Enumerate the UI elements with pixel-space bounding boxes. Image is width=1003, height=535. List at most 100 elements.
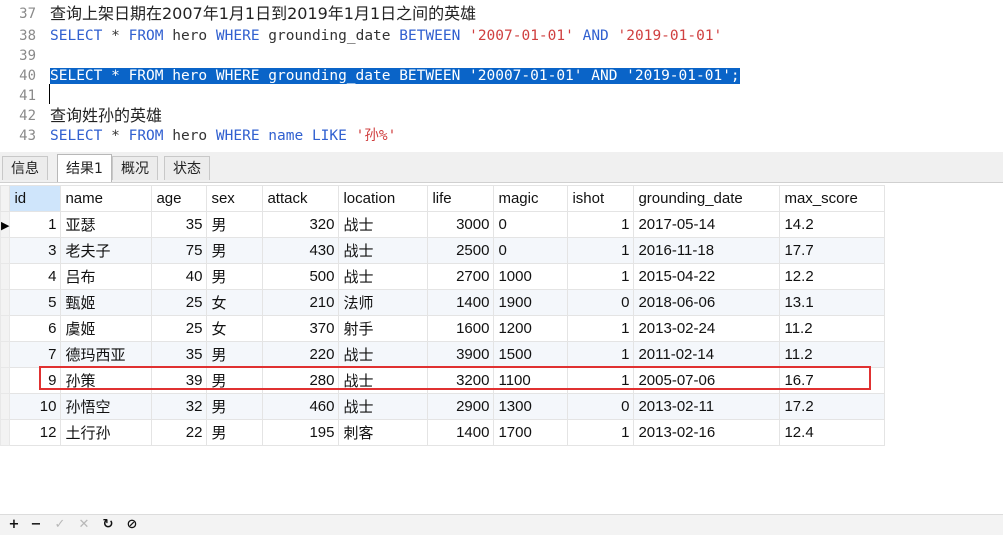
cell-max_score[interactable]: 14.2: [779, 211, 886, 238]
cell-name[interactable]: 虞姬: [60, 315, 153, 342]
cell-id[interactable]: 6: [9, 315, 62, 342]
cell-max_score[interactable]: 17.2: [779, 393, 886, 420]
table-row[interactable]: 3 老夫子 75 男 430 战士 2500 0 1 2016-11-18 17.7: [0, 237, 886, 264]
cell-age[interactable]: 25: [151, 315, 208, 342]
cell-grounding_date[interactable]: 2011-02-14: [633, 341, 781, 368]
cell-attack[interactable]: 320: [262, 211, 340, 238]
discard-changes-icon[interactable]: ✕: [76, 517, 92, 533]
table-row[interactable]: 6 虞姬 25 女 370 射手 1600 1200 1 2013-02-24 11.2: [0, 315, 886, 342]
row-selector[interactable]: [0, 341, 11, 368]
cell-grounding_date[interactable]: 2015-04-22: [633, 263, 781, 290]
row-selector[interactable]: [0, 289, 11, 316]
cell-sex[interactable]: 男: [206, 237, 264, 264]
cell-sex[interactable]: 男: [206, 211, 264, 238]
cell-attack[interactable]: 280: [262, 367, 340, 394]
add-record-icon[interactable]: +: [6, 517, 22, 533]
cell-age[interactable]: 75: [151, 237, 208, 264]
table-row[interactable]: ▶ 1 亚瑟 35 男 320 战士 3000 0 1 2017-05-14 14.2: [0, 211, 886, 238]
cell-ishot[interactable]: 1: [567, 341, 635, 368]
cell-location[interactable]: 战士: [338, 341, 429, 368]
column-header-id[interactable]: id: [9, 185, 62, 212]
table-row[interactable]: 12 土行孙 22 男 195 刺客 1400 1700 1 2013-02-16 12.4: [0, 419, 886, 446]
column-header-location[interactable]: location: [338, 185, 429, 212]
column-header-attack[interactable]: attack: [262, 185, 340, 212]
cell-max_score[interactable]: 17.7: [779, 237, 886, 264]
editor-line[interactable]: 39: [0, 46, 1003, 66]
table-row[interactable]: 9 孙策 39 男 280 战士 3200 1100 1 2005-07-06 16.7: [0, 367, 886, 394]
cell-age[interactable]: 35: [151, 211, 208, 238]
cell-life[interactable]: 2700: [427, 263, 495, 290]
cell-life[interactable]: 1400: [427, 419, 495, 446]
cell-age[interactable]: 22: [151, 419, 208, 446]
cell-magic[interactable]: 1100: [493, 367, 569, 394]
cell-sex[interactable]: 男: [206, 419, 264, 446]
cell-magic[interactable]: 1200: [493, 315, 569, 342]
cell-max_score[interactable]: 11.2: [779, 341, 886, 368]
cell-ishot[interactable]: 1: [567, 367, 635, 394]
apply-changes-icon[interactable]: ✓: [52, 517, 68, 533]
cell-name[interactable]: 孙悟空: [60, 393, 153, 420]
column-header-grounding_date[interactable]: grounding_date: [633, 185, 781, 212]
column-header-magic[interactable]: magic: [493, 185, 569, 212]
cell-age[interactable]: 35: [151, 341, 208, 368]
editor-line[interactable]: 41: [0, 86, 1003, 106]
cell-age[interactable]: 32: [151, 393, 208, 420]
delete-record-icon[interactable]: −: [28, 517, 44, 533]
cell-grounding_date[interactable]: 2016-11-18: [633, 237, 781, 264]
cell-location[interactable]: 射手: [338, 315, 429, 342]
sql-editor[interactable]: 37 查询上架日期在2007年1月1日到2019年1月1日之间的英雄 38 SELEC…: [0, 0, 1003, 150]
cell-magic[interactable]: 1700: [493, 419, 569, 446]
cell-magic[interactable]: 1300: [493, 393, 569, 420]
cell-life[interactable]: 3000: [427, 211, 495, 238]
cell-life[interactable]: 3200: [427, 367, 495, 394]
cell-location[interactable]: 战士: [338, 263, 429, 290]
cell-attack[interactable]: 370: [262, 315, 340, 342]
cell-magic[interactable]: 1000: [493, 263, 569, 290]
editor-line[interactable]: 37 查询上架日期在2007年1月1日到2019年1月1日之间的英雄: [0, 4, 1003, 24]
cell-ishot[interactable]: 1: [567, 263, 635, 290]
cell-life[interactable]: 3900: [427, 341, 495, 368]
cell-ishot[interactable]: 1: [567, 237, 635, 264]
cell-grounding_date[interactable]: 2005-07-06: [633, 367, 781, 394]
cell-age[interactable]: 39: [151, 367, 208, 394]
cell-grounding_date[interactable]: 2013-02-11: [633, 393, 781, 420]
cell-grounding_date[interactable]: 2013-02-24: [633, 315, 781, 342]
cell-grounding_date[interactable]: 2018-06-06: [633, 289, 781, 316]
table-row[interactable]: 7 德玛西亚 35 男 220 战士 3900 1500 1 2011-02-14 11.2: [0, 341, 886, 368]
cell-id[interactable]: 9: [9, 367, 62, 394]
cell-age[interactable]: 40: [151, 263, 208, 290]
cell-location[interactable]: 刺客: [338, 419, 429, 446]
tab-1[interactable]: 信息: [2, 156, 48, 180]
cell-age[interactable]: 25: [151, 289, 208, 316]
cell-name[interactable]: 孙策: [60, 367, 153, 394]
cell-attack[interactable]: 195: [262, 419, 340, 446]
column-header-name[interactable]: name: [60, 185, 153, 212]
tab-3[interactable]: 概况: [112, 156, 158, 180]
cell-id[interactable]: 12: [9, 419, 62, 446]
table-row[interactable]: 5 甄姬 25 女 210 法师 1400 1900 0 2018-06-06 13.1: [0, 289, 886, 316]
column-header-max_score[interactable]: max_score: [779, 185, 886, 212]
cell-id[interactable]: 10: [9, 393, 62, 420]
cell-life[interactable]: 1400: [427, 289, 495, 316]
cell-magic[interactable]: 1500: [493, 341, 569, 368]
cell-location[interactable]: 法师: [338, 289, 429, 316]
cell-name[interactable]: 吕布: [60, 263, 153, 290]
column-header-life[interactable]: life: [427, 185, 495, 212]
editor-line[interactable]: 43 SELECT * FROM hero WHERE name LIKE '孙%…: [0, 126, 1003, 146]
cell-attack[interactable]: 500: [262, 263, 340, 290]
cell-grounding_date[interactable]: 2017-05-14: [633, 211, 781, 238]
cell-max_score[interactable]: 11.2: [779, 315, 886, 342]
cell-name[interactable]: 土行孙: [60, 419, 153, 446]
cell-ishot[interactable]: 0: [567, 393, 635, 420]
cell-location[interactable]: 战士: [338, 211, 429, 238]
row-selector[interactable]: ▶: [0, 211, 11, 238]
cell-sex[interactable]: 男: [206, 263, 264, 290]
cell-magic[interactable]: 0: [493, 237, 569, 264]
row-selector[interactable]: [0, 237, 11, 264]
cell-magic[interactable]: 0: [493, 211, 569, 238]
cell-max_score[interactable]: 13.1: [779, 289, 886, 316]
cell-id[interactable]: 1: [9, 211, 62, 238]
cell-name[interactable]: 老夫子: [60, 237, 153, 264]
row-selector[interactable]: [0, 419, 11, 446]
cell-attack[interactable]: 210: [262, 289, 340, 316]
